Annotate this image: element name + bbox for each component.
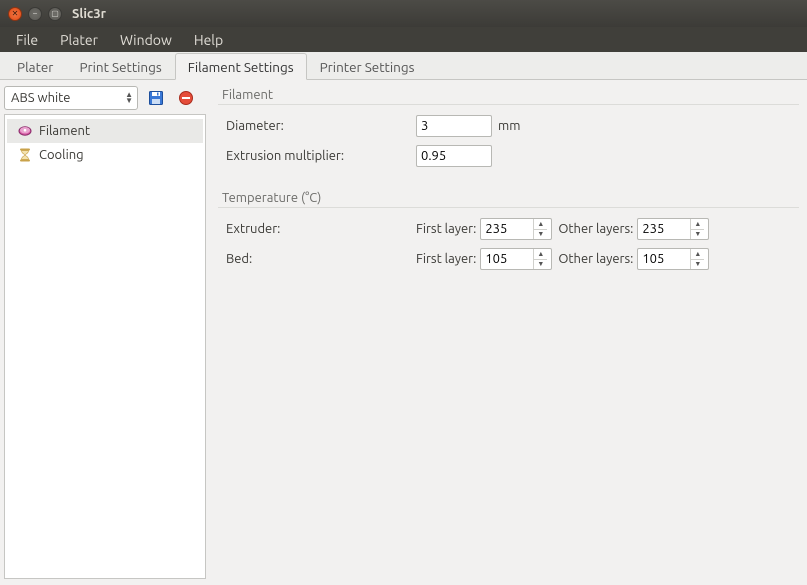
diameter-unit: mm [498,119,520,133]
menubar: File Plater Window Help [0,27,807,52]
filament-group-title: Filament [218,84,799,105]
window-title: Slic3r [72,7,106,21]
window-maximize-button[interactable]: ▢ [48,7,62,21]
other-layers-label-bed: Other layers: [558,252,633,266]
spin-down-button[interactable]: ▼ [534,230,547,240]
spin-down-button[interactable]: ▼ [691,260,704,270]
spin-buttons: ▲ ▼ [690,249,704,269]
tree-item-label: Cooling [39,148,84,162]
temperature-group-title: Temperature (°C) [218,187,799,208]
spin-down-button[interactable]: ▼ [534,260,547,270]
spin-buttons: ▲ ▼ [533,219,547,239]
spin-buttons: ▲ ▼ [690,219,704,239]
extruder-temp-row: Extruder: First layer: ▲ ▼ Other layers:… [218,216,799,246]
spin-buttons: ▲ ▼ [533,249,547,269]
tab-plater[interactable]: Plater [4,53,66,80]
bed-first-layer-input[interactable] [481,249,533,269]
tab-print-settings[interactable]: Print Settings [66,53,174,80]
menu-window[interactable]: Window [110,29,182,51]
diameter-row: Diameter: mm [218,113,799,143]
bed-label: Bed: [226,252,416,266]
diameter-input[interactable] [421,119,487,133]
temperature-group: Temperature (°C) Extruder: First layer: … [218,187,799,276]
filament-group: Filament Diameter: mm Extrusion multipli… [218,84,799,173]
diameter-label: Diameter: [226,119,416,133]
combo-spin-icon: ▲▼ [125,92,133,104]
window-controls: ✕ – ▢ [8,7,62,21]
tree-item-cooling[interactable]: Cooling [7,143,203,167]
bed-other-layers-spin: ▲ ▼ [637,248,709,270]
floppy-disk-icon [148,90,164,106]
delete-preset-button[interactable] [174,86,198,110]
spool-icon [17,123,33,139]
extruder-other-layers-input[interactable] [638,219,690,239]
window-titlebar: ✕ – ▢ Slic3r [0,0,807,27]
preset-selected-label: ABS white [11,91,70,105]
spin-up-button[interactable]: ▲ [534,249,547,260]
left-panel: ABS white ▲▼ [0,80,210,585]
tab-printer-settings[interactable]: Printer Settings [307,53,428,80]
preset-row: ABS white ▲▼ [4,86,206,110]
spin-down-button[interactable]: ▼ [691,230,704,240]
spin-up-button[interactable]: ▲ [691,249,704,260]
main-tabs: Plater Print Settings Filament Settings … [0,52,807,80]
tree-item-label: Filament [39,124,90,138]
bed-other-layers-input[interactable] [638,249,690,269]
extruder-first-layer-input[interactable] [481,219,533,239]
diameter-input-wrapper [416,115,492,137]
hourglass-icon [17,147,33,163]
spin-up-button[interactable]: ▲ [534,219,547,230]
extruder-other-layers-spin: ▲ ▼ [637,218,709,240]
first-layer-label-bed: First layer: [416,252,476,266]
content-area: ABS white ▲▼ [0,80,807,585]
other-layers-label-extruder: Other layers: [558,222,633,236]
delete-icon [178,90,194,106]
preset-combo[interactable]: ABS white ▲▼ [4,86,138,110]
save-preset-button[interactable] [144,86,168,110]
multiplier-input[interactable] [421,149,487,163]
spin-up-button[interactable]: ▲ [691,219,704,230]
menu-file[interactable]: File [6,29,48,51]
bed-first-layer-spin: ▲ ▼ [480,248,552,270]
tree-item-filament[interactable]: Filament [7,119,203,143]
tab-filament-settings[interactable]: Filament Settings [175,53,307,80]
first-layer-label-extruder: First layer: [416,222,476,236]
extruder-label: Extruder: [226,222,416,236]
menu-help[interactable]: Help [184,29,233,51]
multiplier-row: Extrusion multiplier: [218,143,799,173]
multiplier-label: Extrusion multiplier: [226,149,416,163]
menu-plater[interactable]: Plater [50,29,108,51]
multiplier-input-wrapper [416,145,492,167]
settings-pane: Filament Diameter: mm Extrusion multipli… [210,80,807,585]
bed-temp-row: Bed: First layer: ▲ ▼ Other layers: ▲ ▼ [218,246,799,276]
extruder-first-layer-spin: ▲ ▼ [480,218,552,240]
window-close-button[interactable]: ✕ [8,7,22,21]
window-minimize-button[interactable]: – [28,7,42,21]
settings-tree: Filament Cooling [4,114,206,579]
